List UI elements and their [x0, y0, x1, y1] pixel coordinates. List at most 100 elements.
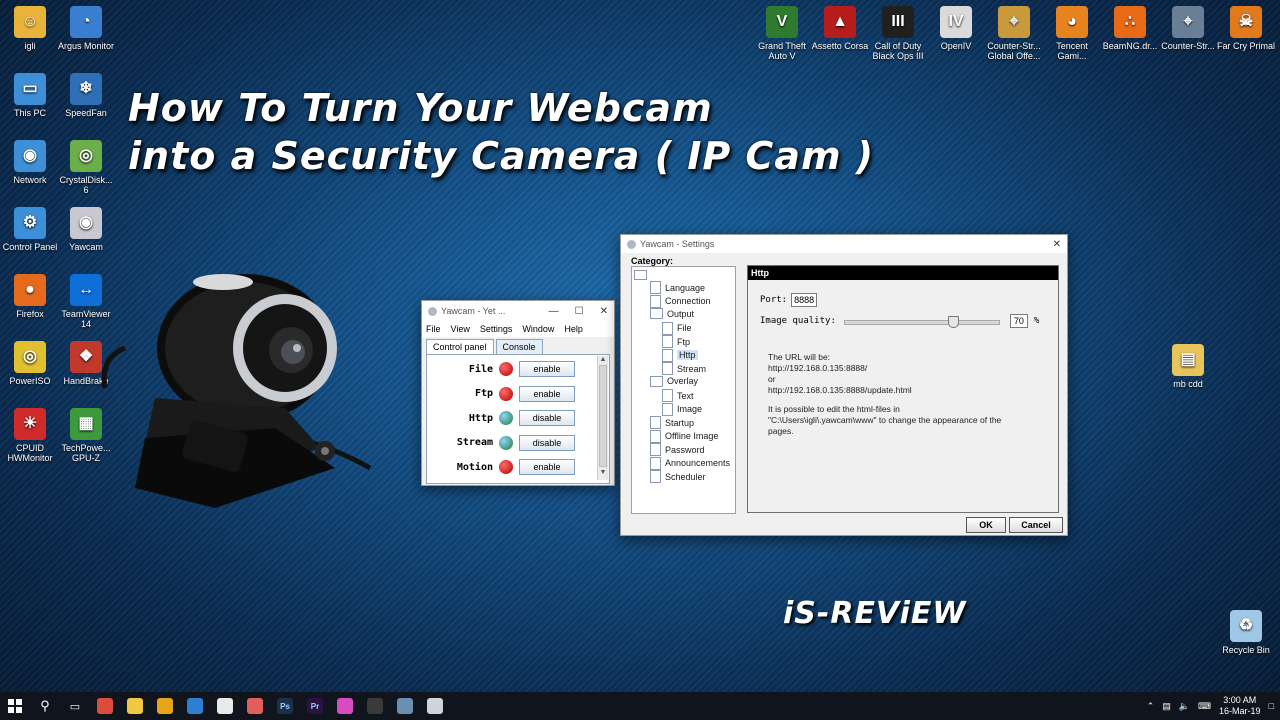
menu-window[interactable]: Window: [522, 324, 554, 334]
desktop-icon[interactable]: ◉ Network: [0, 140, 60, 185]
quality-slider-track: [843, 320, 1000, 325]
menu-settings[interactable]: Settings: [480, 324, 513, 334]
tree-item[interactable]: Http: [662, 348, 698, 362]
ok-button[interactable]: OK: [966, 517, 1006, 533]
quality-input[interactable]: 70: [1009, 314, 1028, 328]
url-info-line: The URL will be:: [768, 352, 831, 362]
yawcam-titlebar[interactable]: Yawcam - Yet ... — ☐ ✕: [422, 301, 614, 321]
taskbar-monitor-button[interactable]: [390, 692, 420, 720]
tray-chevron-icon[interactable]: ⌃: [1147, 701, 1155, 712]
app-icon: ▭: [14, 73, 46, 105]
desktop-icon[interactable]: V Grand Theft Auto V: [752, 6, 812, 61]
clock[interactable]: 3:00 AM 16-Mar-19: [1219, 695, 1261, 717]
quality-slider[interactable]: [843, 316, 1000, 328]
desktop-icon[interactable]: III Call of Duty Black Ops III: [868, 6, 928, 61]
control-panel-scrollbar[interactable]: ▲ ▼: [597, 356, 608, 480]
menu-help[interactable]: Help: [564, 324, 583, 334]
desktop-icon[interactable]: ● Firefox: [0, 274, 60, 319]
taskbar-photoshop-button[interactable]: Ps: [270, 692, 300, 720]
settings-titlebar[interactable]: Yawcam - Settings ✕: [621, 235, 1067, 253]
desktop-icon[interactable]: ☀ CPUID HWMonitor: [0, 408, 60, 463]
desktop-icon[interactable]: ▲ Assetto Corsa: [810, 6, 870, 51]
menu-view[interactable]: View: [451, 324, 470, 334]
tree-item[interactable]: Ftp: [662, 335, 690, 348]
scroll-thumb[interactable]: [599, 365, 607, 467]
desktop-icon[interactable]: IV OpenIV: [926, 6, 986, 51]
desktop-icon[interactable]: ☠ Far Cry Primal: [1216, 6, 1276, 51]
quality-slider-thumb[interactable]: [948, 316, 960, 328]
start-button[interactable]: [0, 692, 30, 720]
desktop-icon[interactable]: ⌖ Counter-Str... Global Offe...: [984, 6, 1044, 61]
close-button[interactable]: ✕: [600, 306, 608, 317]
menu-file[interactable]: File: [426, 324, 441, 334]
enable-button[interactable]: enable: [519, 361, 575, 378]
taskbar-media-player-button[interactable]: [150, 692, 180, 720]
tree-item[interactable]: Scheduler: [650, 470, 706, 483]
desktop-icon[interactable]: ◉ Yawcam: [56, 207, 116, 252]
cancel-button[interactable]: Cancel: [1009, 517, 1063, 533]
quality-row: Image quality: 70 %: [760, 314, 1050, 328]
desktop-icon-label: OpenIV: [940, 41, 972, 51]
settings-close-button[interactable]: ✕: [1053, 239, 1061, 250]
tree-item[interactable]: Image: [662, 402, 702, 416]
network-icon[interactable]: ▤: [1162, 701, 1171, 712]
control-row-label: File: [468, 363, 493, 375]
webcam-illustration: [101, 274, 372, 508]
desktop-icon[interactable]: ☺ igli: [0, 6, 60, 51]
taskbar-itunes-button[interactable]: [210, 692, 240, 720]
desktop-icon[interactable]: ⌖ Counter-Str...: [1158, 6, 1218, 51]
minimize-button[interactable]: —: [549, 306, 559, 317]
desktop-icon-label: mb cdd: [1173, 379, 1203, 389]
scroll-up-arrow-icon[interactable]: ▲: [598, 356, 608, 363]
tree-item[interactable]: Text: [662, 389, 694, 402]
maximize-button[interactable]: ☐: [575, 306, 584, 317]
taskbar-explorer-button[interactable]: [120, 692, 150, 720]
notifications-icon[interactable]: □: [1269, 701, 1274, 711]
desktop-icon[interactable]: ◕ Tencent Gami...: [1042, 6, 1102, 61]
app-icon: ◎: [70, 140, 102, 172]
taskbar-app-circle-button[interactable]: [240, 692, 270, 720]
scroll-down-arrow-icon[interactable]: ▼: [598, 469, 608, 476]
port-input[interactable]: 8888: [791, 293, 818, 307]
tree-root-folder-icon: [634, 270, 647, 280]
search-button[interactable]: ⚲: [30, 692, 60, 720]
desktop-icon-label: Call of Duty Black Ops III: [872, 41, 924, 61]
desktop-icon[interactable]: ♻ Recycle Bin: [1216, 610, 1276, 655]
tree-item[interactable]: Output: [650, 308, 694, 319]
keyboard-icon[interactable]: ⌨: [1198, 701, 1211, 712]
tree-item[interactable]: Connection: [650, 294, 711, 308]
desktop-icon[interactable]: ⚙ Control Panel: [0, 207, 60, 252]
desktop-icon[interactable]: ▤ mb cdd: [1158, 344, 1218, 389]
desktop-icon[interactable]: ◎ CrystalDisk... 6: [56, 140, 116, 195]
taskbar-premiere-button[interactable]: Pr: [300, 692, 330, 720]
desktop-icon[interactable]: ∴ BeamNG.dr...: [1100, 6, 1160, 51]
enable-button[interactable]: enable: [519, 459, 575, 476]
disable-button[interactable]: disable: [519, 434, 575, 451]
tab-console[interactable]: Console: [495, 339, 543, 354]
tree-item[interactable]: Language: [650, 281, 705, 294]
enable-button[interactable]: enable: [519, 385, 575, 402]
tree-item[interactable]: Startup: [650, 416, 694, 429]
yawcam-menubar: File View Settings Window Help: [422, 321, 614, 337]
desktop-icon[interactable]: ◔ Argus Monitor: [56, 6, 116, 51]
category-tree: Language Connection Output File Ftp Http Strea…: [631, 266, 736, 514]
taskbar-chrome-button[interactable]: [90, 692, 120, 720]
desktop-icon[interactable]: ◎ PowerISO: [0, 341, 60, 386]
task-view-button[interactable]: ▭: [60, 692, 90, 720]
taskbar-yawcam-button[interactable]: [420, 692, 450, 720]
tree-item[interactable]: Offline Image: [650, 429, 718, 443]
desktop-icon-label: Tencent Gami...: [1056, 41, 1088, 61]
tree-item[interactable]: Announcements: [650, 456, 730, 470]
desktop-icon[interactable]: ❄ SpeedFan: [56, 73, 116, 118]
tree-item[interactable]: Stream: [662, 362, 706, 375]
desktop-icon[interactable]: ▭ This PC: [0, 73, 60, 118]
disable-button[interactable]: disable: [519, 410, 575, 427]
taskbar-color-app-button[interactable]: [330, 692, 360, 720]
tree-item[interactable]: Password: [650, 443, 705, 456]
tree-item[interactable]: Overlay: [650, 375, 698, 387]
tree-item[interactable]: File: [662, 321, 692, 335]
taskbar-store-button[interactable]: [180, 692, 210, 720]
tab-control-panel[interactable]: Control panel: [426, 339, 494, 354]
volume-icon[interactable]: 🔈: [1179, 701, 1190, 712]
taskbar-sublime-button[interactable]: [360, 692, 390, 720]
